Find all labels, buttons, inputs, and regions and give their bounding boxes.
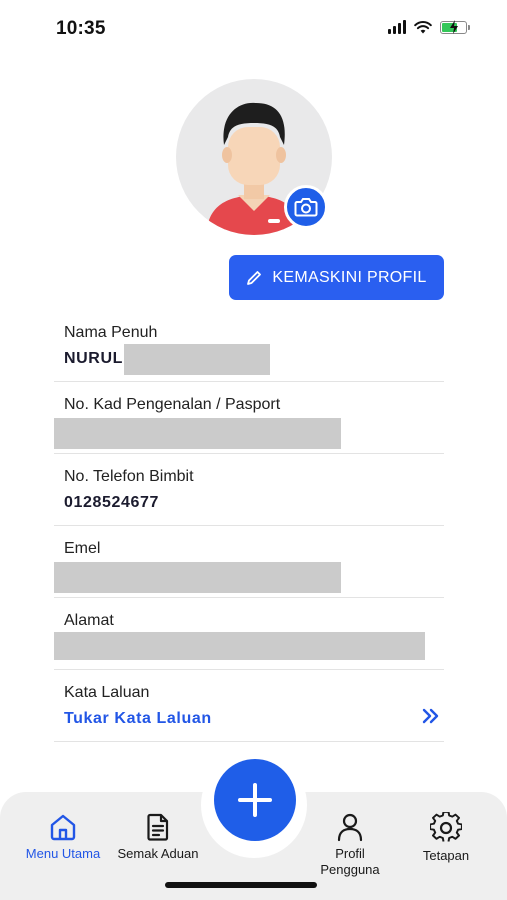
redacted-block xyxy=(54,562,341,593)
field-email: Emel xyxy=(54,526,444,598)
field-label: Kata Laluan xyxy=(64,684,150,701)
change-photo-button[interactable] xyxy=(284,185,328,229)
nav-label: Semak Aduan xyxy=(117,846,199,861)
plus-icon xyxy=(238,783,272,817)
profile-avatar-container xyxy=(176,79,332,235)
user-icon xyxy=(337,813,363,842)
gear-icon xyxy=(430,812,462,842)
field-label: Nama Penuh xyxy=(64,324,158,341)
nav-label: Tetapan xyxy=(422,848,470,863)
pencil-icon xyxy=(247,270,262,285)
nav-item-semak-aduan[interactable]: Semak Aduan xyxy=(112,812,204,862)
wifi-icon xyxy=(414,21,432,34)
status-icons xyxy=(388,19,470,34)
redacted-block xyxy=(124,344,270,375)
change-password-link[interactable]: Tukar Kata Laluan xyxy=(64,710,212,728)
field-label: No. Telefon Bimbit xyxy=(64,468,194,485)
nav-label: Menu Utama xyxy=(25,846,101,861)
home-icon xyxy=(50,814,76,841)
field-id-passport: No. Kad Pengenalan / Pasport xyxy=(54,382,444,454)
battery-icon xyxy=(440,19,470,34)
double-chevron-right-icon[interactable] xyxy=(422,708,440,724)
field-label: Alamat xyxy=(64,612,114,629)
home-indicator xyxy=(165,882,317,888)
profile-fields: Nama Penuh NURUL No. Kad Pengenalan / Pa… xyxy=(54,310,444,742)
add-complaint-button[interactable] xyxy=(214,759,296,841)
field-mobile-phone: No. Telefon Bimbit 0128524677 xyxy=(54,454,444,526)
nav-item-profil-pengguna[interactable]: Profil Pengguna xyxy=(308,812,392,878)
status-bar: 10:35 xyxy=(0,0,507,58)
cellular-signal-icon xyxy=(388,20,406,34)
nav-item-tetapan[interactable]: Tetapan xyxy=(410,812,482,864)
status-time: 10:35 xyxy=(56,18,106,39)
nav-item-menu-utama[interactable]: Menu Utama xyxy=(20,812,106,862)
field-value: NURUL xyxy=(64,350,123,367)
nav-label: Profil Pengguna xyxy=(320,846,380,877)
document-icon xyxy=(147,813,169,841)
redacted-block xyxy=(54,632,425,660)
update-profile-label: KEMASKINI PROFIL xyxy=(272,268,427,286)
field-label: Emel xyxy=(64,540,101,557)
field-value: 0128524677 xyxy=(64,494,159,511)
field-password[interactable]: Kata Laluan Tukar Kata Laluan xyxy=(54,670,444,742)
update-profile-button[interactable]: KEMASKINI PROFIL xyxy=(229,255,444,300)
field-label: No. Kad Pengenalan / Pasport xyxy=(64,396,281,413)
field-address: Alamat xyxy=(54,598,444,670)
camera-icon xyxy=(294,198,318,217)
redacted-block xyxy=(54,418,341,449)
field-full-name: Nama Penuh NURUL xyxy=(54,310,444,382)
